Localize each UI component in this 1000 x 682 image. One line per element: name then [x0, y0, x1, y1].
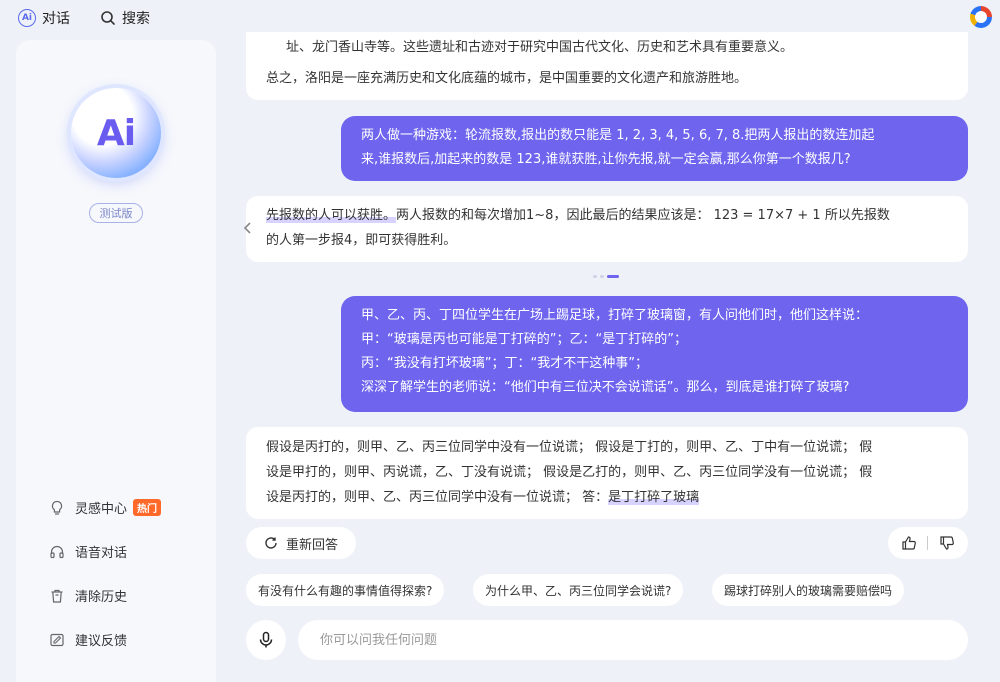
hot-badge: 热门 — [133, 499, 162, 516]
message-line: 先报数的人可以获胜。两人报数的和每次增加1~8，因此最后的结果应该是： 123 … — [266, 203, 948, 228]
message-line: 设是甲打的，则甲、丙说谎，乙、丁没有说谎； 假设是乙打的，则甲、乙、丙三位同学没… — [266, 465, 873, 480]
bot-message: 先报数的人可以获胜。两人报数的和每次增加1~8，因此最后的结果应该是： 123 … — [246, 196, 968, 262]
lightbulb-icon — [51, 500, 63, 515]
regenerate-label: 重新回答 — [285, 537, 338, 553]
headset-icon — [50, 545, 64, 558]
sidebar-item-label: 灵感中心 — [75, 502, 128, 517]
tab-chat-label: 对话 — [42, 11, 70, 27]
search-icon — [101, 11, 115, 25]
prev-answer-button[interactable] — [238, 214, 258, 242]
divider — [927, 536, 929, 550]
bot-message: 假设是丙打的，则甲、乙、丙三位同学中没有一位说谎； 假设是丁打的，则甲、乙、丁中… — [246, 427, 968, 519]
message-line: 两人做一种游戏：轮流报数,报出的数只能是 1, 2, 3, 4, 5, 6, 7… — [361, 128, 875, 143]
feedback-buttons — [888, 527, 968, 559]
ai-avatar: Ai — [71, 88, 161, 178]
thumbs-up-icon[interactable] — [901, 535, 917, 551]
message-text: 设是丙打的，则甲、乙、丙三位同学中没有一位说谎； 答： — [266, 490, 609, 505]
feedback-icon — [50, 633, 64, 646]
suggestion-chip[interactable]: 踢球打碎别人的玻璃需要赔偿吗 — [712, 574, 905, 606]
regenerate-button[interactable]: 重新回答 — [246, 527, 356, 559]
trash-icon — [51, 589, 63, 603]
message-line: 丙：“我没有打坏玻璃”；丁：“我才不干这种事”； — [361, 356, 648, 371]
message-line: 总之，洛阳是一座充满历史和文化底蕴的城市，是中国重要的文化遗产和旅游胜地。 — [266, 71, 748, 86]
message-line: 的人第一步报4，即可获得胜利。 — [266, 233, 457, 248]
message-line: 址、龙门香山寺等。这些遗址和古迹对于研究中国古代文化、历史和艺术具有重要意义。 — [286, 40, 794, 55]
beta-badge: 测试版 — [89, 203, 143, 223]
message-line: 深深了解学生的老师说：“他们中有三位决不会说谎话”。那么，到底是谁打碎了玻璃? — [361, 380, 850, 395]
user-message: 两人做一种游戏：轮流报数,报出的数只能是 1, 2, 3, 4, 5, 6, 7… — [341, 116, 968, 181]
suggestion-chip[interactable]: 为什么甲、乙、丙三位同学会说谎? — [473, 574, 684, 606]
sidebar-item-feedback[interactable]: 建议反馈 — [49, 630, 127, 649]
pager-dot[interactable] — [600, 275, 604, 278]
tab-chat[interactable]: Ai 对话 — [18, 8, 70, 28]
answer-pager — [593, 275, 622, 278]
tab-search[interactable]: 搜索 — [100, 8, 150, 28]
message-text: 两人报数的和每次增加1~8，因此最后的结果应该是： 123 = 17×7 + 1… — [396, 208, 890, 223]
pager-dot[interactable] — [593, 275, 597, 278]
ai-chat-icon: Ai — [18, 9, 36, 27]
sidebar-item-label: 建议反馈 — [75, 634, 128, 649]
bot-message: 址、龙门香山寺等。这些遗址和古迹对于研究中国古代文化、历史和艺术具有重要意义。 … — [246, 32, 968, 100]
browser-logo-icon[interactable] — [970, 6, 992, 28]
chevron-left-icon — [243, 222, 251, 234]
voice-input-button[interactable] — [246, 620, 286, 660]
pager-dot-active[interactable] — [607, 275, 619, 278]
refresh-icon — [265, 537, 277, 549]
sidebar-item-voice[interactable]: 语音对话 — [49, 542, 127, 561]
top-bar: Ai 对话 搜索 — [0, 0, 1000, 36]
message-line: 假设是丙打的，则甲、乙、丙三位同学中没有一位说谎； 假设是丁打的，则甲、乙、丁中… — [266, 440, 873, 455]
chat-input[interactable] — [298, 620, 968, 660]
sidebar-item-label: 语音对话 — [75, 546, 128, 561]
message-line: 设是丙打的，则甲、乙、丙三位同学中没有一位说谎； 答：是丁打碎了玻璃 — [266, 485, 948, 510]
tab-search-label: 搜索 — [122, 11, 150, 27]
sidebar-item-label: 清除历史 — [75, 590, 128, 605]
sidebar-item-inspiration[interactable]: 灵感中心 热门 — [49, 498, 162, 517]
avatar-text: Ai — [96, 112, 136, 154]
thumbs-down-icon[interactable] — [939, 535, 955, 551]
message-line: 来,谁报数后,加起来的数是 123,谁就获胜,让你先报,就一定会赢,那么你第一个… — [361, 152, 851, 167]
user-message: 甲、乙、丙、丁四位学生在广场上踢足球，打碎了玻璃窗，有人问他们时，他们这样说： … — [341, 296, 968, 412]
message-line: 甲：“玻璃是丙也可能是丁打碎的”；乙：“是丁打碎的”； — [361, 332, 687, 347]
suggestion-chip[interactable]: 有没有什么有趣的事情值得探索? — [246, 574, 445, 606]
sidebar: Ai 测试版 灵感中心 热门 语音对话 清除历史 建议反馈 — [16, 40, 216, 682]
sidebar-item-clear-history[interactable]: 清除历史 — [49, 586, 127, 605]
microphone-icon — [259, 631, 273, 648]
answer-highlight: 是丁打碎了玻璃 — [608, 490, 700, 505]
message-line: 甲、乙、丙、丁四位学生在广场上踢足球，打碎了玻璃窗，有人问他们时，他们这样说： — [361, 308, 869, 323]
answer-highlight: 先报数的人可以获胜。 — [266, 208, 397, 223]
chat-area: 址、龙门香山寺等。这些遗址和古迹对于研究中国古代文化、历史和艺术具有重要意义。 … — [243, 32, 968, 682]
